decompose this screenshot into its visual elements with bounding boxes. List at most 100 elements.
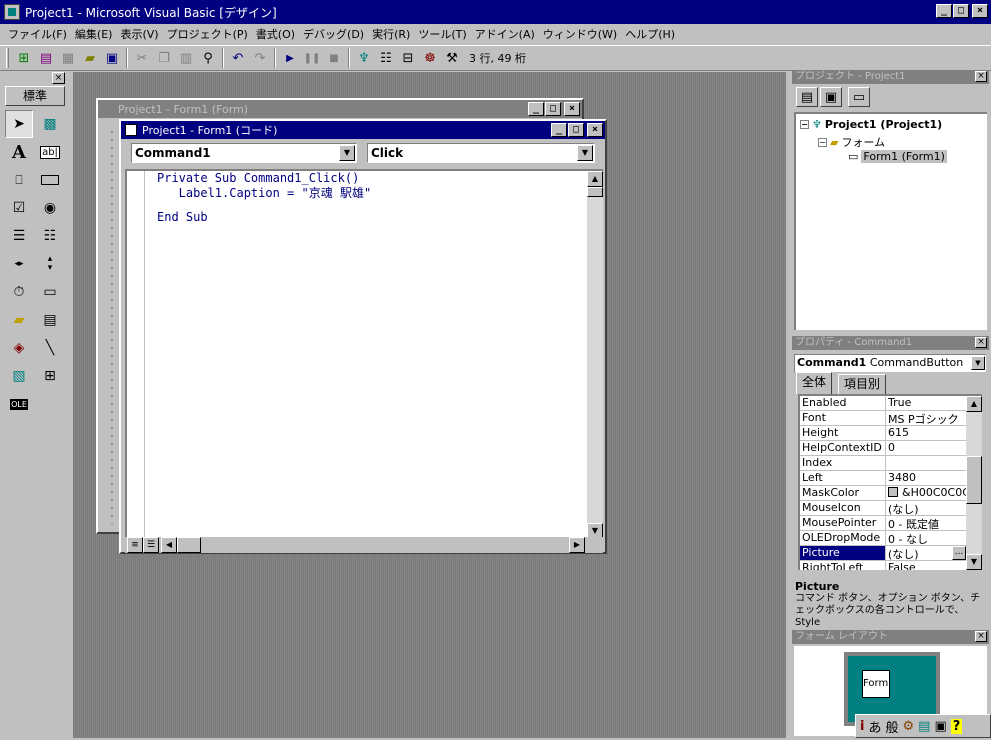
vscrollbar-icon[interactable]: ▴ ▾: [36, 250, 64, 278]
scroll-thumb[interactable]: [587, 187, 603, 197]
find-icon[interactable]: ⚲: [197, 47, 219, 69]
menu-run[interactable]: 実行(R): [368, 26, 414, 42]
ime-mode-hiragana[interactable]: あ: [868, 717, 881, 736]
code-line[interactable]: End Sub: [157, 210, 208, 224]
tree-node-form1[interactable]: ▭ Form1 (Form1): [848, 150, 947, 163]
code-editor[interactable]: Private Sub Command1_Click() Label1.Capt…: [125, 169, 603, 539]
toolbar-grip[interactable]: [6, 48, 9, 68]
property-row[interactable]: Font MS Pゴシック: [800, 411, 966, 426]
paste-icon[interactable]: ▥: [175, 47, 197, 69]
textbox-icon[interactable]: ab|: [36, 138, 64, 166]
cut-icon[interactable]: ✂: [131, 47, 153, 69]
view-object-icon[interactable]: ▣: [820, 87, 842, 107]
optionbutton-icon[interactable]: ◉: [36, 194, 64, 222]
menu-project[interactable]: プロジェクト(P): [163, 26, 252, 42]
redo-icon[interactable]: ↷: [249, 47, 271, 69]
menu-editor-icon[interactable]: ▦: [57, 47, 79, 69]
procedure-view-button[interactable]: ≡: [127, 537, 143, 553]
code-window[interactable]: Project1 - Form1 (コード) _ □ × Command1 ▼ …: [119, 119, 607, 554]
minimize-button[interactable]: _: [936, 4, 952, 18]
copy-icon[interactable]: ❐: [153, 47, 175, 69]
toolbox-tab-general[interactable]: 標準: [5, 86, 65, 106]
add-form-icon[interactable]: ▤: [35, 47, 57, 69]
property-scrollbar[interactable]: ▲ ▼: [966, 396, 982, 570]
hscrollbar-icon[interactable]: ◂▸: [5, 250, 33, 278]
undo-icon[interactable]: ↶: [227, 47, 249, 69]
code-vertical-scrollbar[interactable]: ▲ ▼: [587, 171, 603, 539]
form-layout-icon[interactable]: ⊟: [397, 47, 419, 69]
maximize-button[interactable]: □: [953, 4, 969, 18]
object-selector[interactable]: Command1 CommandButton ▼: [794, 354, 986, 372]
menu-debug[interactable]: デバッグ(D): [299, 26, 368, 42]
mini-form-preview[interactable]: Form: [862, 670, 890, 698]
collapse-icon[interactable]: −: [818, 137, 827, 147]
code-minimize-button[interactable]: _: [551, 123, 567, 137]
add-project-icon[interactable]: ⊞: [13, 47, 35, 69]
form-minimize-button[interactable]: _: [528, 102, 544, 116]
property-row[interactable]: MouseIcon (なし): [800, 501, 966, 516]
toolbox-close-button[interactable]: ×: [52, 72, 65, 84]
chevron-down-icon[interactable]: ▼: [339, 145, 355, 161]
picturebox-icon[interactable]: ▩: [36, 110, 64, 138]
property-row[interactable]: Left 3480: [800, 471, 966, 486]
close-icon[interactable]: ×: [975, 71, 987, 82]
scroll-right-button[interactable]: ▶: [569, 537, 585, 553]
code-margin[interactable]: [127, 171, 145, 539]
listbox-icon[interactable]: ☷: [36, 222, 64, 250]
vb-app-icon[interactable]: [4, 4, 20, 20]
ime-conversion-mode[interactable]: 般: [885, 717, 898, 736]
ole-icon[interactable]: OLE: [5, 390, 33, 418]
chevron-down-icon[interactable]: ▼: [577, 145, 593, 161]
close-icon[interactable]: ×: [975, 337, 987, 348]
code-line[interactable]: Private Sub Command1_Click(): [157, 171, 359, 185]
close-icon[interactable]: ×: [975, 631, 987, 642]
scroll-down-button[interactable]: ▼: [966, 554, 982, 570]
project-explorer-icon[interactable]: ♆: [353, 47, 375, 69]
collapse-icon[interactable]: −: [800, 120, 809, 129]
dirlistbox-icon[interactable]: ▰: [5, 306, 33, 334]
form-maximize-button[interactable]: □: [545, 102, 561, 116]
line-icon[interactable]: ╲: [36, 334, 64, 362]
timer-icon[interactable]: ⏱: [5, 278, 33, 306]
view-code-icon[interactable]: ▤: [796, 87, 818, 107]
code-maximize-button[interactable]: □: [568, 123, 584, 137]
ime-pad-icon[interactable]: ▤: [918, 719, 930, 734]
save-project-icon[interactable]: ▣: [101, 47, 123, 69]
full-module-view-button[interactable]: ☰: [143, 537, 159, 553]
ellipsis-button[interactable]: ...: [952, 546, 966, 560]
properties-window-icon[interactable]: ☷: [375, 47, 397, 69]
tree-node-forms-folder[interactable]: − ▰ フォーム: [818, 134, 885, 150]
property-row[interactable]: Enabled True: [800, 396, 966, 411]
close-button[interactable]: ×: [972, 4, 988, 18]
chevron-down-icon[interactable]: ▼: [971, 356, 985, 370]
menu-tools[interactable]: ツール(T): [414, 26, 470, 42]
tab-categorized[interactable]: 項目別: [838, 374, 887, 394]
menu-window[interactable]: ウィンドウ(W): [539, 26, 621, 42]
horizontal-scroll-thumb[interactable]: [177, 537, 201, 553]
menu-file[interactable]: ファイル(F): [4, 26, 71, 42]
object-browser-icon[interactable]: ☸: [419, 47, 441, 69]
end-icon[interactable]: ■: [323, 47, 345, 69]
procedure-combo[interactable]: Click ▼: [367, 143, 595, 163]
filelistbox-icon[interactable]: ▤: [36, 306, 64, 334]
menu-addins[interactable]: アドイン(A): [471, 26, 539, 42]
image-icon[interactable]: ▧: [5, 362, 33, 390]
object-combo[interactable]: Command1 ▼: [131, 143, 357, 163]
code-close-button[interactable]: ×: [587, 123, 603, 137]
property-row-selected[interactable]: Picture (なし)...: [800, 546, 966, 561]
project-tree[interactable]: − ♆ Project1 (Project1) − ▰ フォーム ▭ Form1…: [794, 112, 987, 330]
property-row[interactable]: Index: [800, 456, 966, 471]
commandbutton-icon[interactable]: [36, 166, 64, 194]
code-line[interactable]: Label1.Caption = "京魂 駅雄": [157, 184, 372, 201]
menu-help[interactable]: ヘルプ(H): [621, 26, 679, 42]
tab-alphabetic[interactable]: 全体: [796, 372, 833, 394]
form-close-button[interactable]: ×: [564, 102, 580, 116]
start-icon[interactable]: ▶: [279, 47, 301, 69]
scroll-thumb[interactable]: [966, 456, 982, 504]
menu-edit[interactable]: 編集(E): [71, 26, 117, 42]
scroll-up-button[interactable]: ▲: [966, 396, 982, 412]
pointer-icon[interactable]: ➤: [5, 110, 33, 138]
menu-view[interactable]: 表示(V): [116, 26, 162, 42]
break-icon[interactable]: ❚❚: [301, 47, 323, 69]
property-row[interactable]: RightToLeft False: [800, 561, 966, 570]
